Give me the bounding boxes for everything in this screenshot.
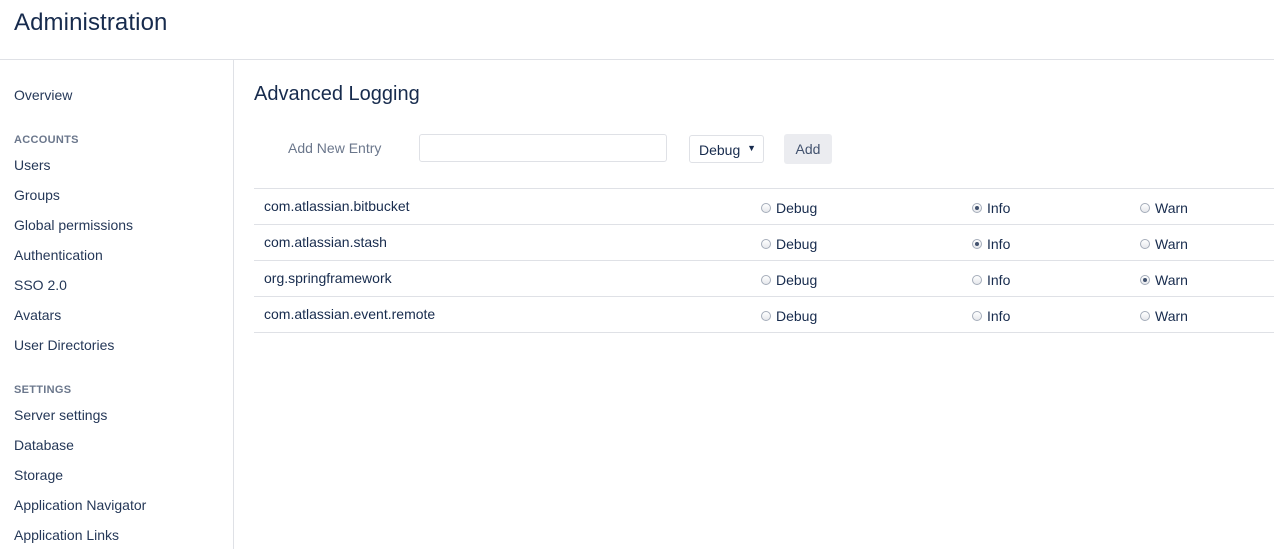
- radio-button-icon[interactable]: [761, 311, 771, 321]
- radio-label: Warn: [1155, 272, 1188, 288]
- logger-row: com.atlassian.bitbucket Debug Info Warn: [254, 189, 1274, 225]
- sidebar-item-application-links[interactable]: Application Links: [14, 527, 119, 543]
- sidebar-item-global-permissions[interactable]: Global permissions: [14, 217, 133, 233]
- level-radio-info[interactable]: Info: [972, 199, 1010, 217]
- sidebar-item-storage[interactable]: Storage: [14, 467, 63, 483]
- sidebar-item-server-settings[interactable]: Server settings: [14, 407, 107, 423]
- add-button[interactable]: Add: [784, 134, 832, 164]
- radio-label: Debug: [776, 272, 818, 288]
- radio-label: Info: [987, 236, 1011, 252]
- radio-button-icon[interactable]: [761, 203, 771, 213]
- level-radio-warn[interactable]: Warn: [1140, 199, 1188, 217]
- radio-label: Warn: [1155, 308, 1188, 324]
- header: Administration: [0, 0, 1274, 60]
- logger-name: com.atlassian.bitbucket: [264, 198, 410, 214]
- main-content: Advanced Logging Add New Entry Debug ▼ A…: [234, 60, 1274, 549]
- logger-name: com.atlassian.event.remote: [264, 306, 436, 322]
- caret-down-icon: ▼: [747, 143, 756, 153]
- radio-button-icon[interactable]: [761, 239, 771, 249]
- logger-row: com.atlassian.event.remote Debug Info Warn: [254, 297, 1274, 333]
- logger-row: org.springframework Debug Info Warn: [254, 261, 1274, 297]
- sidebar-item-sso[interactable]: SSO 2.0: [14, 277, 67, 293]
- add-entry-input[interactable]: [419, 134, 667, 162]
- sidebar-item-groups[interactable]: Groups: [14, 187, 60, 203]
- sidebar-item-application-navigator[interactable]: Application Navigator: [14, 497, 146, 513]
- level-radio-info[interactable]: Info: [972, 271, 1010, 289]
- level-radio-debug[interactable]: Debug: [761, 235, 817, 253]
- level-radio-info[interactable]: Info: [972, 307, 1010, 325]
- radio-button-icon[interactable]: [972, 311, 982, 321]
- sidebar-heading-settings: SETTINGS: [14, 384, 72, 396]
- level-radio-debug[interactable]: Debug: [761, 271, 817, 289]
- level-select-value: Debug: [699, 142, 741, 158]
- radio-button-icon[interactable]: [1140, 203, 1150, 213]
- logger-row: com.atlassian.stash Debug Info Warn: [254, 225, 1274, 261]
- radio-button-icon[interactable]: [1140, 239, 1150, 249]
- radio-label: Info: [987, 200, 1011, 216]
- radio-button-icon[interactable]: [972, 203, 982, 213]
- level-radio-info[interactable]: Info: [972, 235, 1010, 253]
- level-radio-warn[interactable]: Warn: [1140, 235, 1188, 253]
- section-title: Advanced Logging: [254, 83, 420, 105]
- radio-label: Debug: [776, 236, 818, 252]
- radio-button-icon[interactable]: [1140, 275, 1150, 285]
- logger-table: com.atlassian.bitbucket Debug Info Warn com.…: [254, 188, 1274, 333]
- radio-label: Info: [987, 308, 1011, 324]
- radio-label: Info: [987, 272, 1011, 288]
- level-radio-warn[interactable]: Warn: [1140, 271, 1188, 289]
- sidebar-item-avatars[interactable]: Avatars: [14, 307, 61, 323]
- level-radio-debug[interactable]: Debug: [761, 199, 817, 217]
- radio-label: Debug: [776, 200, 818, 216]
- sidebar-item-user-directories[interactable]: User Directories: [14, 337, 114, 353]
- sidebar-item-authentication[interactable]: Authentication: [14, 247, 103, 263]
- radio-button-icon[interactable]: [1140, 311, 1150, 321]
- radio-button-icon[interactable]: [972, 239, 982, 249]
- radio-label: Warn: [1155, 236, 1188, 252]
- logger-name: org.springframework: [264, 270, 392, 286]
- level-select[interactable]: Debug ▼: [689, 135, 764, 163]
- add-entry-label: Add New Entry: [288, 140, 382, 156]
- radio-button-icon[interactable]: [761, 275, 771, 285]
- sidebar-item-database[interactable]: Database: [14, 437, 74, 453]
- level-radio-debug[interactable]: Debug: [761, 307, 817, 325]
- radio-button-icon[interactable]: [972, 275, 982, 285]
- page-title: Administration: [14, 9, 168, 36]
- level-radio-warn[interactable]: Warn: [1140, 307, 1188, 325]
- radio-label: Warn: [1155, 200, 1188, 216]
- logger-name: com.atlassian.stash: [264, 234, 387, 250]
- sidebar-item-overview[interactable]: Overview: [14, 87, 72, 103]
- radio-label: Debug: [776, 308, 818, 324]
- sidebar: Overview ACCOUNTS Users Groups Global pe…: [0, 60, 234, 549]
- sidebar-heading-accounts: ACCOUNTS: [14, 134, 79, 146]
- sidebar-item-users[interactable]: Users: [14, 157, 51, 173]
